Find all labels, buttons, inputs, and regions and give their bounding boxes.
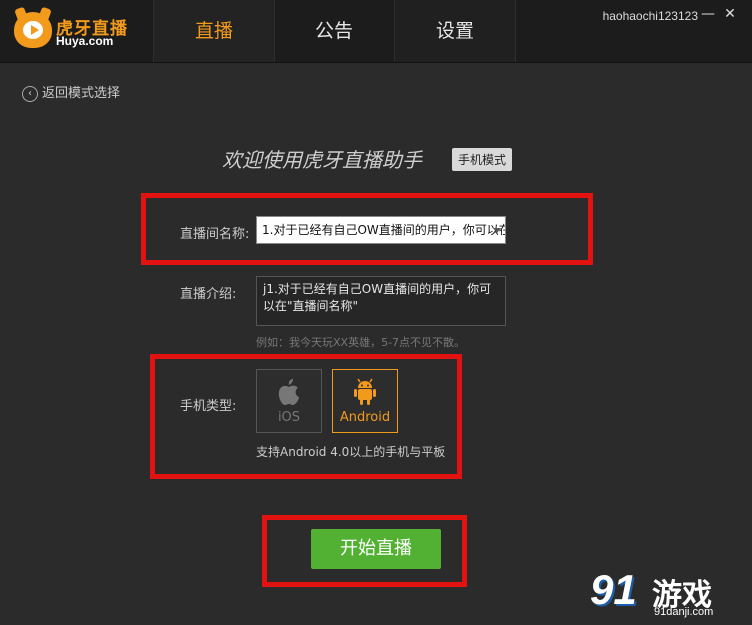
ios-label: iOS bbox=[277, 410, 301, 425]
huya-logo: 虎牙直播 Huya.com bbox=[14, 12, 134, 48]
intro-label: 直播介绍: bbox=[180, 287, 237, 302]
back-arrow-icon: ‹ bbox=[22, 85, 38, 102]
android-label: Android bbox=[339, 410, 391, 425]
tab-live[interactable]: 直播 bbox=[153, 0, 275, 62]
apple-icon bbox=[278, 379, 299, 405]
mode-badge: 手机模式 bbox=[452, 148, 513, 171]
support-note: 支持Android 4.0以上的手机与平板 bbox=[256, 445, 446, 459]
watermark-url: 91danji.com bbox=[654, 606, 714, 618]
welcome-title: 欢迎使用虎牙直播助手 bbox=[222, 148, 422, 172]
tiger-logo-icon bbox=[14, 12, 52, 48]
room-name-value: 1.对于已经有自己OW直播间的用户，你可以在 bbox=[262, 223, 506, 237]
title-bar: 虎牙直播 Huya.com 直播 公告 设置 haohaochi123123 —… bbox=[0, 0, 752, 63]
android-option-button[interactable]: Android bbox=[332, 369, 398, 433]
logo-domain-text: Huya.com bbox=[56, 34, 114, 48]
device-type-label: 手机类型: bbox=[180, 399, 237, 414]
android-icon bbox=[354, 378, 376, 405]
intro-textarea[interactable]: j1.对于已经有自己OW直播间的用户，你可以在"直播间名称" bbox=[256, 276, 506, 326]
site-watermark: 91 游戏 91danji.com bbox=[584, 566, 744, 622]
ios-option-button[interactable]: iOS bbox=[256, 369, 322, 433]
watermark-number: 91 bbox=[590, 566, 637, 613]
room-name-select[interactable]: 1.对于已经有自己OW直播间的用户，你可以在 bbox=[256, 216, 506, 244]
room-name-label: 直播间名称: bbox=[180, 227, 250, 242]
intro-example-hint: 例如：我今天玩XX英雄，5-7点不见不散。 bbox=[256, 336, 466, 349]
tab-notice[interactable]: 公告 bbox=[274, 0, 394, 62]
close-icon[interactable]: ✕ bbox=[722, 6, 738, 22]
back-to-mode-select-button[interactable]: ‹ 返回模式选择 bbox=[22, 82, 120, 102]
app-window: 虎牙直播 Huya.com 直播 公告 设置 haohaochi123123 —… bbox=[0, 0, 752, 625]
username[interactable]: haohaochi123123 bbox=[603, 9, 698, 23]
chevron-down-icon bbox=[493, 228, 501, 233]
tab-settings[interactable]: 设置 bbox=[394, 0, 516, 62]
minimize-icon[interactable]: — bbox=[700, 6, 716, 22]
start-live-button[interactable]: 开始直播 bbox=[311, 529, 441, 569]
back-label: 返回模式选择 bbox=[42, 86, 121, 101]
